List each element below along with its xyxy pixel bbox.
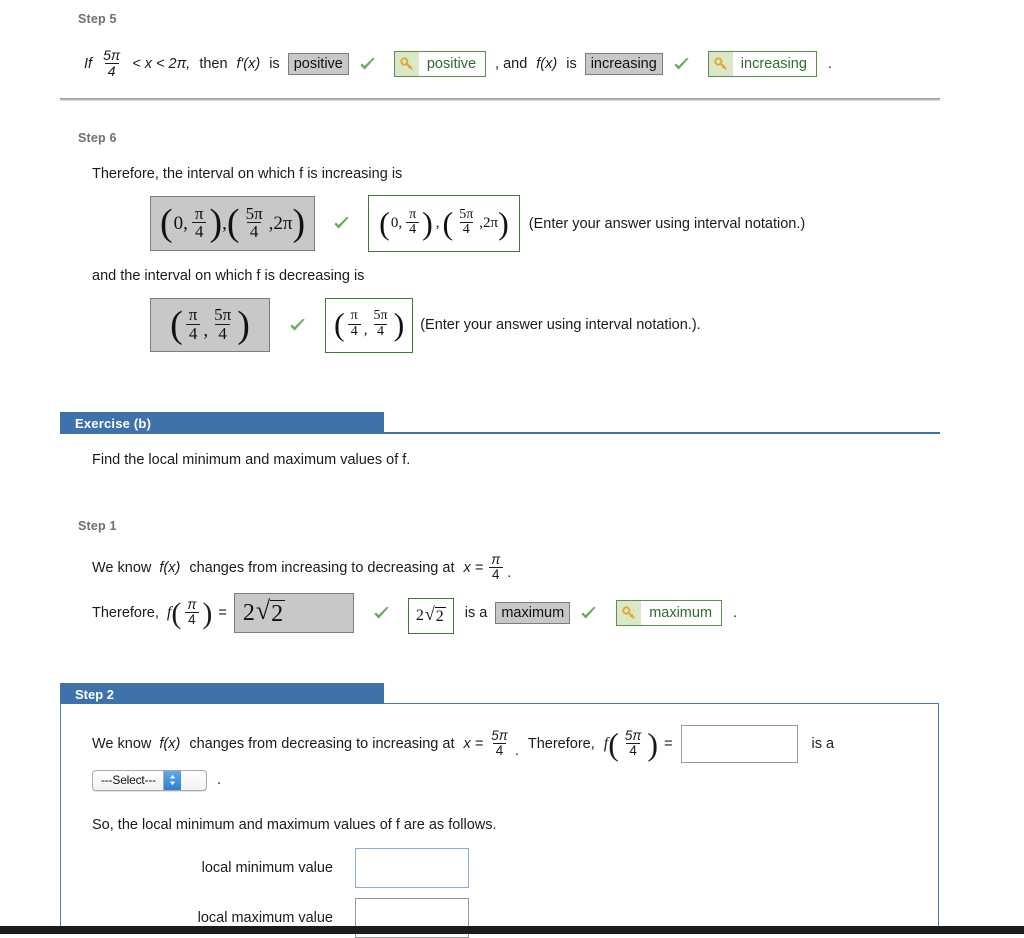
trailing-period-2: . (733, 605, 738, 621)
x-equals-1: x = (463, 560, 484, 576)
local-maximum-label: local maximum value (197, 910, 333, 926)
so-the-local-values-sentence: So, the local minimum and maximum values… (92, 817, 497, 833)
rendered-increasing-interval: ( 0, π 4 ) , ( 5π 4 ,2π ) (368, 195, 520, 252)
hint-chip-extremum-type[interactable]: maximum (616, 600, 723, 626)
correct-check-icon (332, 214, 351, 233)
section-divider (60, 98, 940, 101)
step-6-label: Step 6 (78, 131, 117, 145)
we-know-text-1: We know (92, 560, 152, 576)
correct-check-icon (579, 604, 598, 623)
hint-chip-label: maximum (649, 605, 713, 621)
is-keyword-1: is (269, 56, 280, 72)
step-5-label: Step 5 (78, 12, 117, 26)
equals-sign-1: = (218, 605, 227, 621)
increasing-answer-row: ( 0, π 4 ) , ( 5π 4 ,2π ) (0, π 4) , (… (150, 195, 806, 252)
hint-chip-f-behavior[interactable]: increasing (707, 51, 817, 77)
exercise-page: Step 5 If 5π 4 < x < 2π, then f′(x) is p… (0, 0, 1024, 938)
and-connector-1: , and (495, 56, 528, 72)
f-of-five-pi-over-four: f ( 5π 4 ) (603, 725, 659, 762)
decreasing-answer-row: ( π 4 , 5π 4 ) ( π 4 , 5π 4) (Enter you… (150, 297, 701, 353)
increasing-interval-note: (Enter your answer using interval notati… (528, 215, 806, 232)
therefore-text-2: Therefore, (527, 736, 595, 752)
local-minimum-input[interactable] (355, 848, 469, 888)
exercise-b-banner: Exercise (b) (60, 412, 384, 434)
pi-over-four-fraction-1: π 4 (488, 552, 503, 582)
b-step-1-sentence-row: We know f(x) changes from increasing to … (92, 552, 511, 584)
hint-chip-label: positive (426, 56, 477, 72)
b-step-2-sentence-row: We know f(x) changes from decreasing to … (92, 724, 834, 764)
correct-check-icon (372, 604, 391, 623)
submitted-answer-fprime-sign: positive (287, 53, 349, 75)
f-of-x-1: f(x) (536, 56, 558, 72)
f-of-x-2: f(x) (159, 560, 181, 576)
extremum-type-select[interactable]: ---Select--- (92, 769, 207, 791)
equals-sign-2: = (664, 736, 673, 752)
submitted-answer-f-behavior: increasing (584, 53, 663, 75)
decreasing-interval-sentence: and the interval on which f is decreasin… (92, 268, 365, 284)
step-5-statement-row: If 5π 4 < x < 2π, then f′(x) is positive (84, 46, 832, 82)
inequality-text: < x < 2π, (132, 56, 191, 72)
key-icon (394, 52, 419, 76)
change-description-2: changes from decreasing to increasing at (189, 736, 455, 752)
correct-check-icon (672, 55, 691, 74)
decreasing-interval-note: (Enter your answer using interval notati… (420, 317, 701, 333)
b-step-2-tab: Step 2 (60, 683, 384, 705)
viewport-bottom-edge (0, 926, 1024, 934)
is-keyword-2: is (566, 56, 577, 72)
five-pi-over-four-fraction-2: 5π 4 (491, 727, 508, 758)
increasing-interval-sentence: Therefore, the interval on which f is in… (92, 166, 403, 182)
f-value-input[interactable] (680, 725, 798, 763)
therefore-text-1: Therefore, (92, 605, 159, 621)
then-keyword: then (199, 56, 228, 72)
f-of-pi-over-four: f ( π 4 ) (166, 596, 213, 630)
f-prime-of-x: f′(x) (236, 56, 261, 72)
local-minimum-row: local minimum value (155, 848, 469, 888)
exercise-b-underline (384, 432, 940, 434)
change-description-1: changes from increasing to decreasing at (189, 560, 455, 576)
trailing-period-1: . (827, 56, 832, 72)
submitted-answer-f-value: 2 √ 2 (233, 593, 354, 633)
if-keyword: If (84, 56, 93, 72)
submitted-answer-extremum-type: maximum (495, 602, 571, 624)
is-a-text-2: is a (811, 736, 835, 752)
is-a-text-1: is a (464, 605, 488, 621)
submitted-increasing-interval: ( 0, π 4 ) , ( 5π 4 ,2π ) (150, 196, 316, 251)
submitted-decreasing-interval: ( π 4 , 5π 4 ) (150, 298, 270, 352)
select-stepper-arrows-icon (162, 770, 181, 790)
key-icon (617, 601, 642, 625)
correct-check-icon (358, 55, 377, 74)
correct-check-icon (288, 316, 307, 335)
rendered-decreasing-interval: ( π 4 , 5π 4 ) (325, 297, 414, 353)
exercise-b-prompt: Find the local minimum and maximum value… (92, 452, 411, 468)
extremum-type-select-value: ---Select--- (101, 773, 156, 787)
b-step-1-label: Step 1 (78, 519, 117, 533)
b-step-1-answer-row: Therefore, f ( π 4 ) = 2 √ 2 2 √ 2 is a … (92, 592, 737, 634)
extremum-select-row: ---Select--- . (92, 768, 221, 792)
period-after-x-1: . (507, 565, 512, 581)
period-after-select: . (217, 772, 222, 788)
hint-chip-label: increasing (740, 56, 807, 72)
x-equals-2: x = (463, 736, 484, 752)
rendered-answer-f-value: 2 √ 2 (407, 598, 454, 634)
local-minimum-label: local minimum value (201, 860, 333, 876)
we-know-text-2: We know (92, 736, 152, 752)
hint-chip-fprime-sign[interactable]: positive (393, 51, 487, 77)
f-of-x-3: f(x) (159, 736, 181, 752)
five-pi-over-four-fraction: 5π 4 (103, 47, 121, 79)
period-after-x-2: . (514, 743, 519, 759)
key-icon (708, 52, 733, 76)
